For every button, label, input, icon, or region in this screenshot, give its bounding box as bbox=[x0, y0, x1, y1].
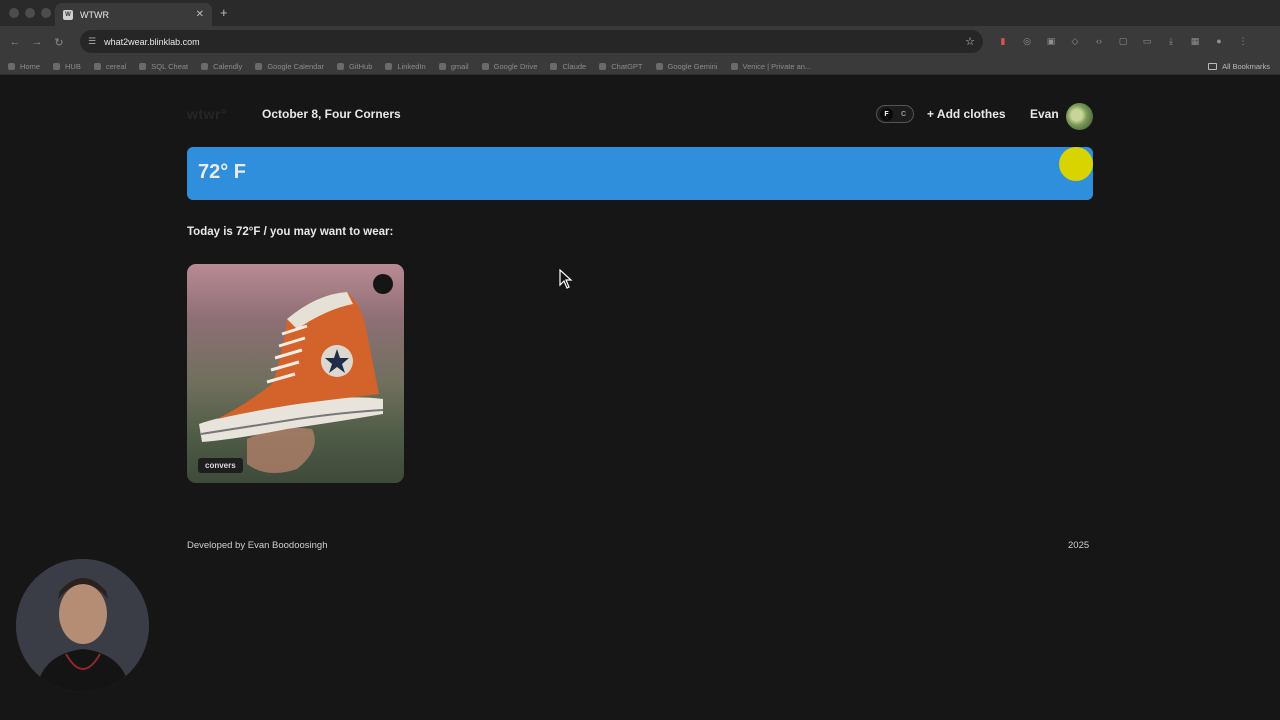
bookmark-item[interactable]: Home bbox=[8, 62, 40, 71]
bookmark-item[interactable]: Calendly bbox=[201, 62, 242, 71]
reload-icon[interactable]: ↻ bbox=[48, 36, 70, 49]
extension-icon[interactable]: ▣ bbox=[1044, 34, 1058, 48]
extension-icon[interactable]: ◇ bbox=[1068, 34, 1082, 48]
bookmark-item[interactable]: SQL Cheat bbox=[139, 62, 188, 71]
window-controls bbox=[9, 8, 51, 18]
address-bar[interactable]: ☰ what2wear.blinklab.com ☆ bbox=[80, 30, 983, 53]
extensions-row: ▮ ◎ ▣ ◇ ‹› ▢ ▭ ⤓ ▦ ● ⋮ bbox=[996, 34, 1250, 48]
close-tab-icon[interactable]: ✕ bbox=[196, 9, 204, 20]
bookmarks-bar: Home HUB cereal SQL Cheat Calendly Googl… bbox=[0, 58, 1280, 75]
bookmark-item[interactable]: Google Drive bbox=[481, 62, 537, 71]
add-clothes-button[interactable]: + Add clothes bbox=[927, 107, 1006, 121]
extension-icon[interactable]: ▭ bbox=[1140, 34, 1154, 48]
avatar[interactable] bbox=[1066, 103, 1093, 130]
back-icon[interactable]: ← bbox=[4, 36, 26, 48]
clothing-item-name: convers bbox=[198, 458, 243, 473]
extension-icon[interactable]: ▦ bbox=[1188, 34, 1202, 48]
logo[interactable]: wtwr° bbox=[187, 106, 227, 122]
bookmark-item[interactable]: cereal bbox=[93, 62, 126, 71]
clothing-suggestion-text: Today is 72°F / you may want to wear: bbox=[187, 226, 394, 238]
bookmark-star-icon[interactable]: ☆ bbox=[965, 35, 975, 48]
close-window-icon[interactable] bbox=[9, 8, 19, 18]
mouse-cursor-icon bbox=[559, 269, 573, 289]
extension-icon[interactable]: ◎ bbox=[1020, 34, 1034, 48]
site-settings-icon[interactable]: ☰ bbox=[88, 36, 96, 47]
bookmark-item[interactable]: Google Calendar bbox=[255, 62, 324, 71]
menu-icon[interactable]: ⋮ bbox=[1236, 34, 1250, 48]
extension-icon[interactable]: ‹› bbox=[1092, 34, 1106, 48]
sun-icon bbox=[1059, 147, 1093, 181]
clothing-item-card[interactable]: convers bbox=[187, 264, 404, 483]
all-bookmarks-button[interactable]: All Bookmarks bbox=[1208, 62, 1270, 71]
tab-title: WTWR bbox=[80, 9, 109, 20]
date-location: October 8, Four Corners bbox=[262, 107, 401, 121]
url-text: what2wear.blinklab.com bbox=[104, 36, 200, 47]
bookmark-item[interactable]: LinkedIn bbox=[385, 62, 426, 71]
weather-temperature: 72° F bbox=[198, 161, 247, 183]
toggle-option-c[interactable]: C bbox=[897, 111, 910, 118]
browser-tab[interactable]: W WTWR ✕ bbox=[55, 3, 212, 26]
bookmark-item[interactable]: ChatGPT bbox=[599, 62, 643, 71]
maximize-window-icon[interactable] bbox=[41, 8, 51, 18]
browser-tab-bar: W WTWR ✕ + bbox=[0, 0, 1280, 26]
profile-icon[interactable]: ● bbox=[1212, 34, 1226, 48]
user-name[interactable]: Evan bbox=[1030, 107, 1059, 121]
extension-icon[interactable]: ▮ bbox=[996, 34, 1010, 48]
download-icon[interactable]: ⤓ bbox=[1164, 34, 1178, 48]
bookmark-item[interactable]: Google Gemini bbox=[655, 62, 718, 71]
footer-developer: Developed by Evan Boodoosingh bbox=[187, 540, 328, 551]
bookmark-item[interactable]: HUB bbox=[53, 62, 81, 71]
bookmark-item[interactable]: Claude bbox=[550, 62, 586, 71]
page-content: wtwr° October 8, Four Corners F C + Add … bbox=[0, 76, 1280, 720]
forward-icon[interactable]: → bbox=[26, 36, 48, 48]
bookmark-item[interactable]: Venice | Private an... bbox=[730, 62, 811, 71]
like-button[interactable] bbox=[373, 274, 393, 294]
minimize-window-icon[interactable] bbox=[25, 8, 35, 18]
sneaker-image bbox=[199, 292, 384, 473]
bookmark-item[interactable]: gmail bbox=[438, 62, 469, 71]
weather-card: 72° F bbox=[187, 147, 1093, 200]
footer-year: 2025 bbox=[1068, 540, 1090, 551]
toggle-option-f[interactable]: F bbox=[880, 107, 893, 121]
folder-icon bbox=[1208, 63, 1218, 70]
favicon-icon: W bbox=[63, 9, 73, 20]
bookmark-item[interactable]: GitHub bbox=[337, 62, 372, 71]
new-tab-icon[interactable]: + bbox=[220, 5, 228, 20]
webcam-overlay bbox=[16, 559, 149, 692]
extension-icon[interactable]: ▢ bbox=[1116, 34, 1130, 48]
temperature-unit-toggle[interactable]: F C bbox=[876, 105, 914, 123]
